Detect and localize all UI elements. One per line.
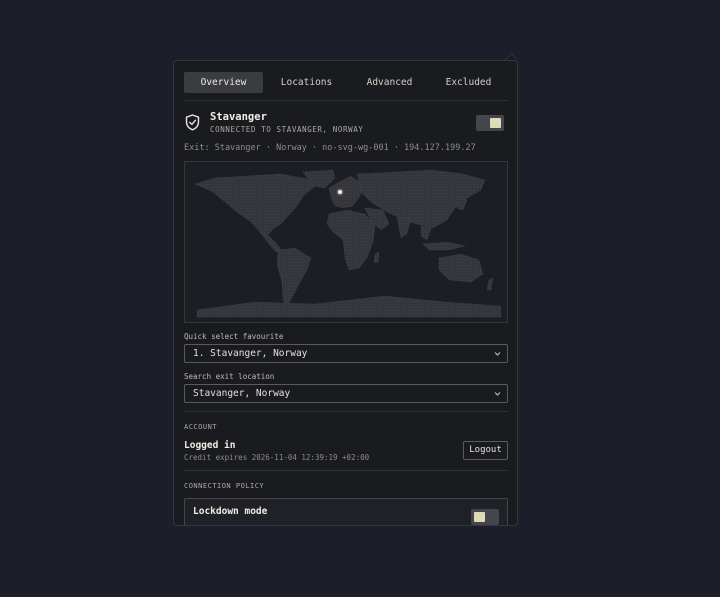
lockdown-mode-label: Lockdown mode [193,506,268,517]
toggle-knob [490,118,501,128]
exit-info: Exit: Stavanger · Norway · no-svg-wg-001… [184,143,476,153]
section-divider [184,470,508,471]
chevron-down-icon [494,392,501,396]
world-map-graphic [194,169,502,318]
world-map[interactable] [184,161,508,323]
connection-title: Stavanger [210,111,267,123]
tab-excluded[interactable]: Excluded [429,72,508,93]
tab-advanced[interactable]: Advanced [350,72,429,93]
account-section-title: ACCOUNT [184,423,218,431]
quick-select-value: 1. Stavanger, Norway [193,348,308,359]
tab-bar: Overview Locations Advanced Excluded [184,72,508,93]
lockdown-mode-toggle[interactable] [471,509,499,525]
shield-check-icon [185,114,200,131]
tab-locations[interactable]: Locations [267,72,346,93]
search-exit-label: Search exit location [184,372,275,381]
quick-select-label: Quick select favourite [184,332,284,341]
tab-overview[interactable]: Overview [184,72,263,93]
vpn-popover-panel: Overview Locations Advanced Excluded Sta… [173,60,518,526]
logout-button[interactable]: Logout [463,441,508,460]
credit-expiry: Credit expires 2026-11-04 12:39:19 +02:0… [184,453,370,462]
quick-select-dropdown[interactable]: 1. Stavanger, Norway [184,344,508,363]
vpn-connection-toggle[interactable] [476,115,504,131]
connection-policy-section-title: CONNECTION POLICY [184,482,265,490]
toggle-knob [474,512,485,522]
section-divider [184,411,508,412]
tab-divider [184,100,508,101]
chevron-down-icon [494,352,501,356]
search-exit-value: Stavanger, Norway [193,388,291,399]
location-marker [338,190,342,194]
account-status: Logged in [184,440,236,451]
search-exit-dropdown[interactable]: Stavanger, Norway [184,384,508,403]
connection-status: CONNECTED TO STAVANGER, NORWAY [210,125,364,134]
lockdown-mode-card: Lockdown mode [184,498,508,525]
